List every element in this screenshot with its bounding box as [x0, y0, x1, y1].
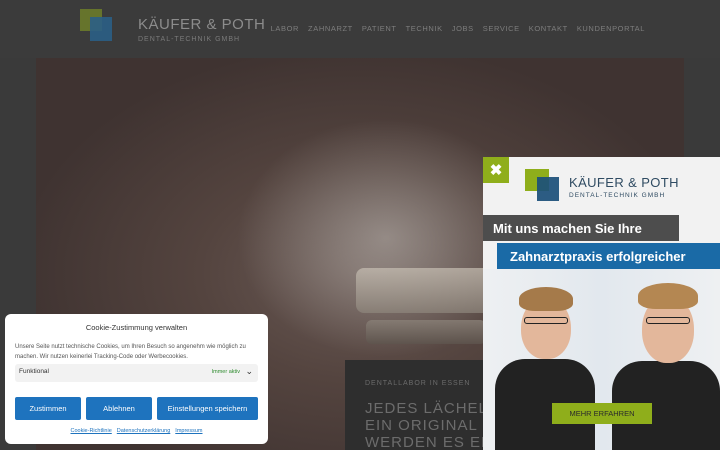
cookie-policy-link[interactable]: Cookie-Richtlinie [71, 428, 112, 434]
promo-popup: ✖ KÄUFER & POTH DENTAL-TECHNIK GMBH Mit … [483, 157, 720, 450]
nav-zahnarzt[interactable]: ZAHNARZT [308, 24, 353, 33]
cookie-category-status: Immer aktiv [211, 369, 240, 375]
popup-logo: KÄUFER & POTH DENTAL-TECHNIK GMBH [525, 169, 705, 205]
cookie-consent-dialog: Cookie-Zustimmung verwalten Unsere Seite… [5, 314, 268, 444]
more-info-button[interactable]: MEHR ERFAHREN [552, 403, 652, 424]
cookie-title: Cookie-Zustimmung verwalten [85, 323, 188, 332]
main-nav: LABOR ZAHNARZT PATIENT TECHNIK JOBS SERV… [271, 24, 645, 33]
hero-headline-line-3: WERDEN ES ER [365, 434, 493, 450]
close-icon[interactable]: ✖ [483, 157, 509, 183]
cookie-category-functional[interactable]: Funktional Immer aktiv ⌄ [15, 364, 258, 382]
popup-logo-blue-square [537, 177, 559, 201]
logo-name: KÄUFER & POTH [138, 16, 266, 33]
nav-service[interactable]: SERVICE [483, 24, 520, 33]
popup-headline-1: Mit uns machen Sie Ihre [483, 215, 679, 241]
nav-kundenportal[interactable]: KUNDENPORTAL [577, 24, 645, 33]
person-left [495, 279, 595, 450]
person-left-hair [519, 287, 573, 311]
glasses-icon [646, 317, 690, 324]
cookie-text: Unsere Seite nutzt technische Cookies, u… [15, 344, 246, 360]
privacy-link[interactable]: Datenschutzerklärung [117, 428, 171, 434]
save-settings-button[interactable]: Einstellungen speichern [157, 397, 258, 420]
person-right-hair [638, 283, 698, 309]
nav-labor[interactable]: LABOR [271, 24, 299, 33]
hero-text-box: DENTALLABOR IN ESSEN JEDES LÄCHELI EIN O… [345, 360, 495, 450]
nav-kontakt[interactable]: KONTAKT [529, 24, 568, 33]
logo-subtitle: DENTAL-TECHNIK GMBH [138, 36, 241, 43]
site-logo[interactable]: KÄUFER & POTH DENTAL-TECHNIK GMBH [80, 9, 265, 49]
site-header: KÄUFER & POTH DENTAL-TECHNIK GMBH LABOR … [0, 0, 720, 58]
imprint-link[interactable]: Impressum [175, 428, 202, 434]
hero-headline-line-2: EIN ORIGINAL - [365, 417, 489, 434]
cookie-category-label: Funktional [19, 368, 49, 375]
popup-headline-2: Zahnarztpraxis erfolgreicher [497, 243, 720, 269]
hero-teeth-lower [366, 320, 486, 344]
popup-logo-name: KÄUFER & POTH [569, 175, 679, 190]
nav-jobs[interactable]: JOBS [452, 24, 474, 33]
hero-teeth-upper [356, 268, 496, 313]
popup-logo-subtitle: DENTAL-TECHNIK GMBH [569, 192, 666, 199]
glasses-icon [524, 317, 568, 324]
nav-patient[interactable]: PATIENT [362, 24, 397, 33]
chevron-down-icon[interactable]: ⌄ [245, 366, 253, 377]
cookie-links: Cookie-Richtlinie Datenschutzerklärung I… [5, 428, 268, 434]
hero-headline-line-1: JEDES LÄCHELI [365, 400, 494, 417]
nav-technik[interactable]: TECHNIK [406, 24, 443, 33]
deny-button[interactable]: Ablehnen [86, 397, 152, 420]
accept-button[interactable]: Zustimmen [15, 397, 81, 420]
hero-kicker: DENTALLABOR IN ESSEN [365, 380, 471, 387]
logo-blue-square [90, 17, 112, 41]
